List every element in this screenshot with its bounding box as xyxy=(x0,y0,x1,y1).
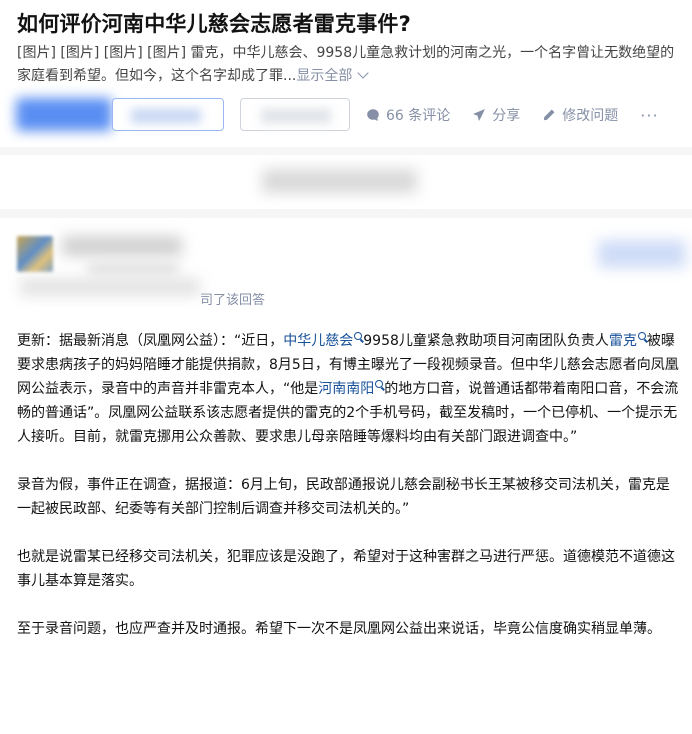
answer-paragraph: 也就是说雷某已经移交司法机关，犯罪应该是没跑了，希望对于这种害群之马进行严惩。道… xyxy=(17,549,675,589)
invite-answer-button[interactable] xyxy=(240,98,350,131)
edit-question-button[interactable]: 修改问题 xyxy=(542,105,618,125)
link-text: 河南南阳 xyxy=(318,381,375,397)
text-span: 9958儿童紧急救助项目河南团队负责人 xyxy=(363,333,609,349)
blurred-label xyxy=(131,109,201,123)
question-title[interactable]: 如何评价河南中华儿慈会志愿者雷克事件? xyxy=(17,8,411,38)
follow-question-button[interactable] xyxy=(16,98,112,131)
link-text: 雷克 xyxy=(608,333,637,349)
search-link-leike[interactable]: 雷克 xyxy=(608,332,647,349)
agree-text: 司了该回答 xyxy=(200,293,266,308)
avatar[interactable] xyxy=(17,236,53,272)
blurred-label xyxy=(261,109,331,123)
share-button[interactable]: 分享 xyxy=(472,105,520,125)
link-text: 中华儿慈会 xyxy=(283,333,354,349)
share-icon xyxy=(473,109,486,121)
author-bio-blurred xyxy=(88,262,178,276)
follow-author-button[interactable] xyxy=(598,240,686,268)
answer-paragraph: 录音为假，事件正在调查，据报道：6月上旬，民政部通报说儿慈会副秘书长王某被移交司… xyxy=(17,477,670,517)
answer-content: 更新：据最新消息（凤凰网公益）：“近日，中华儿慈会 9958儿童紧急救助项目河南团… xyxy=(17,329,681,665)
search-link-henan-nanyang[interactable]: 河南南阳 xyxy=(318,380,384,397)
comments-label: 66 条评论 xyxy=(386,108,451,124)
blurred-text xyxy=(262,169,417,193)
chevron-down-icon xyxy=(357,67,370,79)
comments-button[interactable]: 66 条评论 xyxy=(366,105,450,125)
comment-icon xyxy=(367,109,379,121)
text-span: 更新：据最新消息（凤凰网公益）：“近日， xyxy=(17,333,284,349)
answer-card: 司了该回答 更新：据最新消息（凤凰网公益）：“近日，中华儿慈会 9958儿童紧急救… xyxy=(0,218,692,734)
search-link-zhonghua-ercihui[interactable]: 中华儿慈会 xyxy=(283,332,363,349)
question-actions: 66 条评论 分享 修改问题 ··· xyxy=(366,105,659,125)
question-excerpt[interactable]: [图片] [图片] [图片] [图片] 雷克，中华儿慈会、9958儿童急救计划的… xyxy=(17,42,681,88)
search-icon xyxy=(354,332,363,340)
edit-question-label: 修改问题 xyxy=(562,108,619,124)
show-all-label: 显示全部 xyxy=(296,68,353,84)
agree-users-blurred xyxy=(20,278,200,296)
author-name-blurred[interactable] xyxy=(62,236,182,256)
pencil-icon xyxy=(544,109,555,121)
answer-paragraph: 至于录音问题，也应严查并及时通报。希望下一次不是凤凰网公益出来说话，毕竟公信度确… xyxy=(17,621,661,637)
share-label: 分享 xyxy=(492,108,521,124)
search-icon xyxy=(375,380,384,388)
answer-paragraph: 更新：据最新消息（凤凰网公益）：“近日，中华儿慈会 9958儿童紧急救助项目河南团… xyxy=(17,329,681,449)
search-icon xyxy=(637,332,646,340)
blurred-banner xyxy=(0,155,692,209)
more-button[interactable]: ··· xyxy=(640,106,658,125)
question-card: 如何评价河南中华儿慈会志愿者雷克事件? [图片] [图片] [图片] [图片] … xyxy=(0,0,692,147)
show-all-button[interactable]: 显示全部 xyxy=(296,67,370,84)
write-answer-button[interactable] xyxy=(112,98,224,131)
